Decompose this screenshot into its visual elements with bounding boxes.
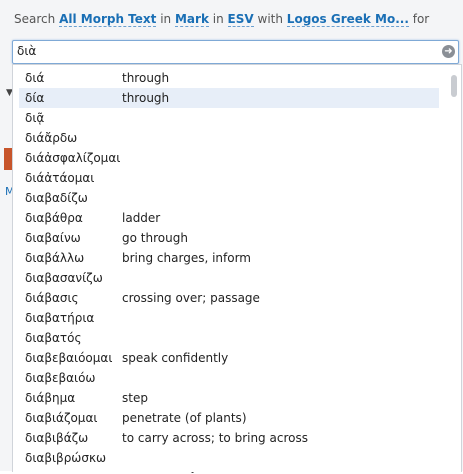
suggestion-lemma: διαβιβρώσκω	[25, 451, 107, 465]
search-box: ➜	[12, 40, 459, 64]
suggestion-gloss: penetrate (of plants)	[122, 411, 247, 425]
arrow-right-icon[interactable]: ➜	[442, 45, 455, 58]
autocomplete-dropdown: διά through δία through διᾷ διάἄρδω διάἀσφαλίζ…	[12, 64, 462, 472]
for-label: for	[412, 12, 430, 26]
suggestion-item[interactable]: διαβιβάζω to carry across; to bring acros…	[19, 428, 439, 448]
suggestion-lemma: διάἄρδω	[25, 131, 78, 145]
suggestion-gloss: go through	[122, 231, 188, 245]
suggestion-lemma: δία	[25, 91, 45, 105]
suggestion-item[interactable]: διάβασις crossing over; passage	[19, 288, 439, 308]
in-label: in	[160, 12, 172, 26]
suggestion-item[interactable]: δία through	[19, 88, 439, 108]
with-label: with	[257, 12, 283, 26]
suggestion-gloss: step	[122, 391, 148, 405]
suggestion-item[interactable]: διαβιάζομαι penetrate (of plants)	[19, 408, 439, 428]
suggestion-gloss: crossing over; passage	[122, 291, 260, 305]
suggestion-item[interactable]: διαβατός	[19, 328, 439, 348]
suggestion-item[interactable]: διαβάλλω bring charges, inform	[19, 248, 439, 268]
search-input[interactable]	[17, 42, 437, 60]
suggestion-item[interactable]: διάἄρδω	[19, 128, 439, 148]
suggestion-lemma: διάἀσφαλίζομαι	[25, 151, 121, 165]
suggestion-lemma: διαβιάζομαι	[25, 411, 98, 425]
suggestion-gloss: ladder	[122, 211, 161, 225]
suggestion-lemma: διαβατήρια	[25, 311, 95, 325]
suggestion-lemma: διαβασανίζω	[25, 271, 103, 285]
suggestion-lemma: διάβασις	[25, 291, 79, 305]
suggestion-item[interactable]: διαβαδίζω	[19, 188, 439, 208]
suggestion-lemma: διᾷ	[25, 111, 45, 125]
suggestion-item[interactable]: διάἀτάομαι	[19, 168, 439, 188]
suggestion-item[interactable]: διαβατήρια	[19, 308, 439, 328]
suggestion-lemma: διάβημα	[25, 391, 76, 405]
suggestion-lemma: διαβάλλω	[25, 251, 85, 265]
search-label: Search	[14, 12, 56, 26]
suggestion-item[interactable]: διαβεβαιόω	[19, 368, 439, 388]
suggestion-lemma: διαβιβάζω	[25, 431, 89, 445]
book-dropdown[interactable]: Mark	[174, 12, 209, 27]
search-panel: Search All Morph Text in Mark in ESV wit…	[0, 0, 463, 474]
lexicon-dropdown[interactable]: Logos Greek Mo...	[286, 12, 409, 27]
version-dropdown[interactable]: ESV	[227, 12, 254, 27]
suggestion-lemma: διά	[25, 71, 45, 85]
suggestion-lemma: διαβατός	[25, 331, 82, 345]
suggestion-lemma: διαβαδίζω	[25, 191, 88, 205]
dropdown-scrollbar[interactable]	[451, 75, 457, 97]
suggestion-item[interactable]: διαβαίνω go through	[19, 228, 439, 248]
suggestion-item[interactable]: διάβημα step	[19, 388, 439, 408]
suggestion-lemma: διάἀτάομαι	[25, 171, 95, 185]
suggestion-item[interactable]: διαβάθρα ladder	[19, 208, 439, 228]
suggestion-gloss: through	[122, 91, 170, 105]
suggestion-lemma: διαβαίνω	[25, 231, 81, 245]
suggestion-item[interactable]: διαβασανίζω	[19, 268, 439, 288]
search-header: Search All Morph Text in Mark in ESV wit…	[14, 12, 453, 34]
suggestion-lemma: διαβάθρα	[25, 211, 83, 225]
in-label-2: in	[212, 12, 224, 26]
suggestion-item[interactable]: διᾷ	[19, 108, 439, 128]
suggestion-item[interactable]: διάἀσφαλίζομαι	[19, 148, 439, 168]
suggestion-gloss: bring charges, inform	[122, 251, 251, 265]
suggestion-item[interactable]: διά through	[19, 68, 439, 88]
suggestion-lemma: διαβεβαιόομαι	[25, 351, 113, 365]
suggestion-gloss: speak confidently	[122, 351, 229, 365]
scope-dropdown[interactable]: All Morph Text	[59, 12, 157, 27]
suggestion-gloss: to carry across; to bring across	[122, 431, 308, 445]
suggestion-item[interactable]: διαβιβρώσκω	[19, 448, 439, 468]
suggestion-lemma: διαβεβαιόω	[25, 371, 96, 385]
suggestion-gloss: through	[122, 71, 170, 85]
suggestion-item[interactable]: διαβεβαιόομαι speak confidently	[19, 348, 439, 368]
